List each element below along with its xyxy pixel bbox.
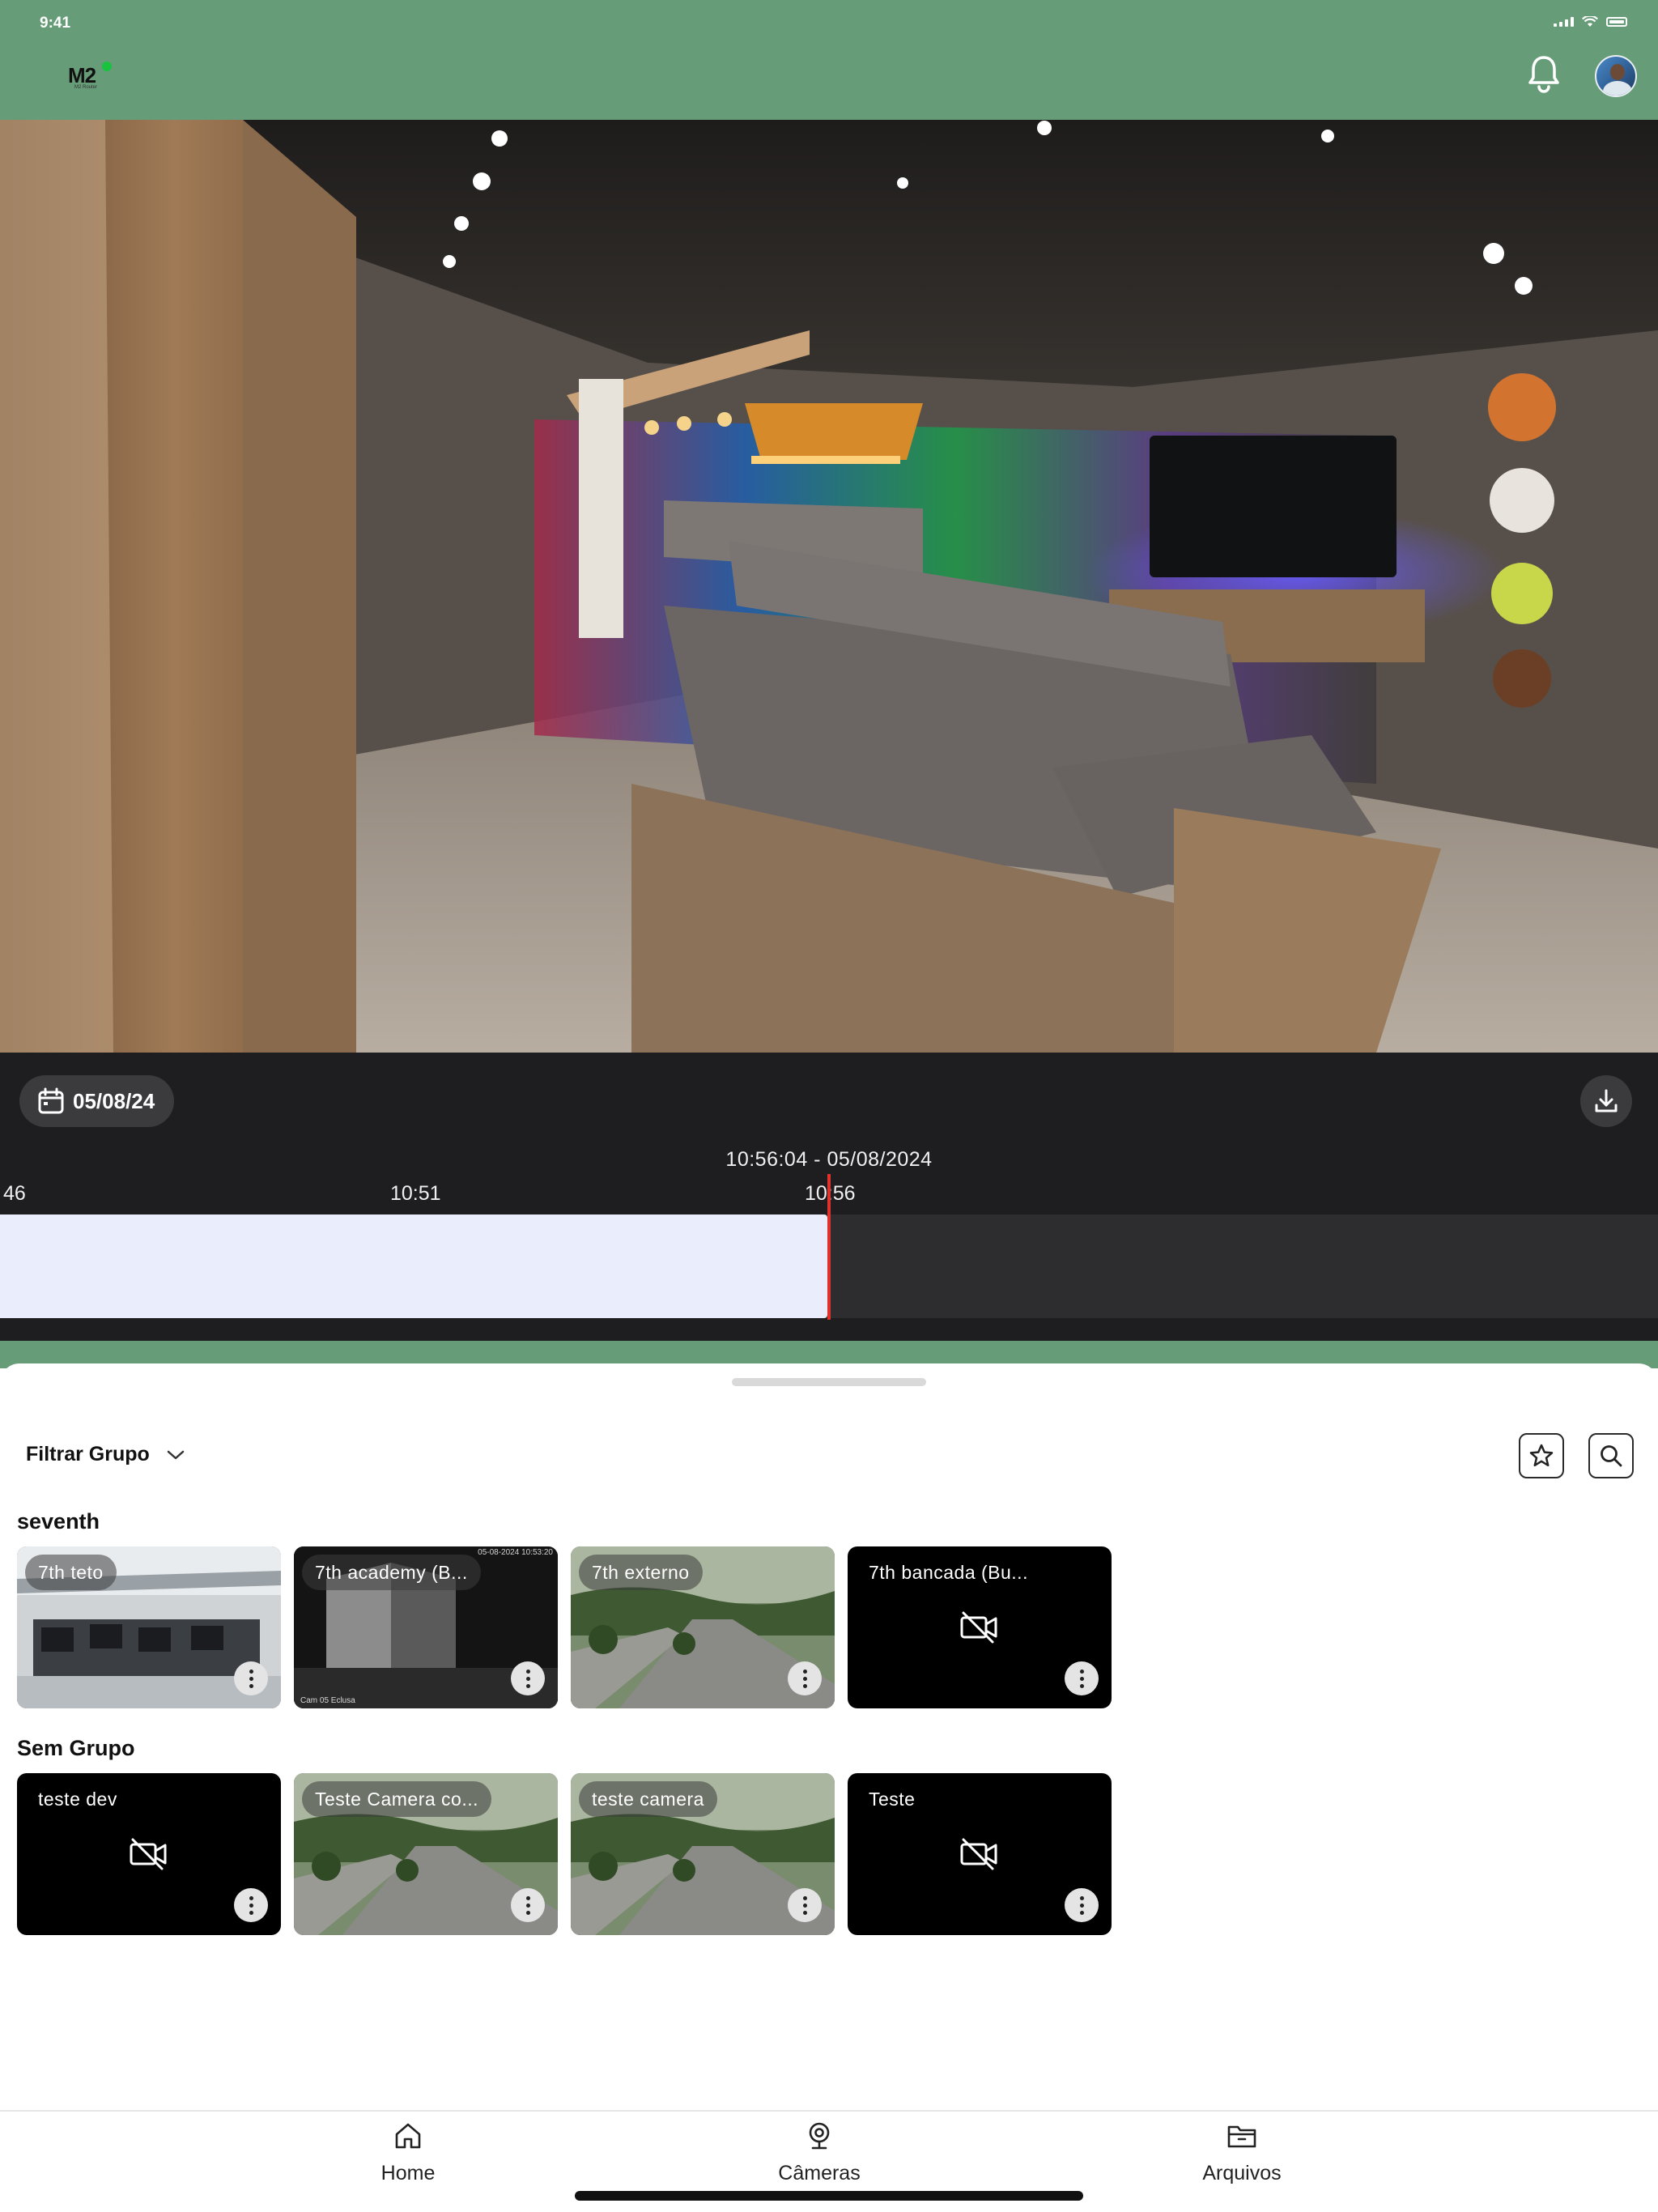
camera-name: teste dev [38,1788,117,1810]
bell-icon[interactable] [1526,53,1562,94]
camera-card[interactable]: Teste Camera co... [294,1773,558,1935]
more-vertical-icon [249,1895,253,1916]
more-options-button[interactable] [788,1661,822,1695]
sheet-grabber[interactable] [732,1378,926,1386]
tab-label: Câmeras [778,2162,861,2184]
camera-name: 7th teto [25,1555,117,1590]
camera-name: 7th bancada (Bu... [869,1561,1028,1583]
camera-name: Teste Camera co... [302,1781,492,1817]
current-playback-time: 10:56:04 - 05/08/2024 [725,1148,933,1171]
camera-card[interactable]: Teste [848,1773,1112,1935]
app-logo: M2 M2 Router [66,62,115,91]
camera-card[interactable]: teste dev [17,1773,281,1935]
search-button[interactable] [1588,1433,1634,1478]
camera-card[interactable]: 7th bancada (Bu... [848,1546,1112,1708]
camera-name: 7th externo [579,1555,703,1590]
recorded-segment [0,1214,827,1318]
status-icons [1554,16,1627,28]
download-icon [1595,1089,1618,1112]
group-filter-dropdown[interactable]: Filtrar Grupo [26,1443,185,1466]
video-frame-image [0,120,1658,1053]
chevron-down-icon [167,1450,185,1459]
timeline-tick: 10:51 [390,1182,441,1205]
group-title: seventh [17,1509,100,1534]
timeline-tick: 46 [3,1182,26,1205]
more-options-button[interactable] [1065,1661,1099,1695]
video-off-icon [960,1838,997,1870]
camera-name: teste camera [579,1781,717,1817]
more-vertical-icon [249,1668,253,1690]
playback-controls: 05/08/24 10:56:04 - 05/08/2024 46 10:51 … [0,1053,1658,1341]
tab-label: Arquivos [1202,2162,1282,2184]
more-options-button[interactable] [511,1661,545,1695]
more-options-button[interactable] [234,1661,268,1695]
home-icon [395,2123,421,2149]
overlay-camera-name: Cam 05 Eclusa [300,1696,355,1705]
logo-dot [102,62,112,71]
camera-card[interactable]: teste camera [571,1773,835,1935]
more-vertical-icon [802,1668,807,1690]
more-options-button[interactable] [234,1888,268,1922]
camera-card[interactable]: 7th externo [571,1546,835,1708]
video-off-icon [960,1611,997,1644]
favorites-button[interactable] [1519,1433,1564,1478]
camera-card[interactable]: 7th teto [17,1546,281,1708]
group-title: Sem Grupo [17,1736,135,1760]
tab-label: Home [380,2162,436,2184]
more-vertical-icon [1079,1895,1084,1916]
selected-date: 05/08/24 [73,1088,155,1113]
more-options-button[interactable] [1065,1888,1099,1922]
camera-list-sheet: Filtrar Grupo seventh 7th teto 05-08-202… [0,1363,1658,2110]
folder-icon [1227,2125,1256,2148]
video-off-icon [130,1838,167,1870]
date-picker-button[interactable]: 05/08/24 [19,1075,175,1127]
home-indicator [575,2191,1083,2201]
cellular-signal-icon [1554,17,1574,27]
more-vertical-icon [525,1668,530,1690]
camera-name: 7th academy (B... [302,1555,481,1590]
timeline-playhead[interactable] [827,1174,831,1320]
star-icon [1529,1444,1554,1467]
tab-home[interactable]: Home [311,2120,505,2185]
camera-row: 7th teto 05-08-2024 10:53:20 Cam 05 Eclu… [17,1546,1112,1708]
logo-subtext: M2 Router [74,85,98,90]
webcam-icon [809,2122,830,2150]
camera-video-feed[interactable] [0,120,1658,1053]
more-vertical-icon [802,1895,807,1916]
camera-row: teste dev Teste Camera co... teste camer… [17,1773,1112,1935]
calendar-icon [38,1087,64,1114]
status-time: 9:41 [40,15,71,32]
search-icon [1601,1445,1622,1467]
more-vertical-icon [1079,1668,1084,1690]
camera-name: Teste [869,1788,916,1810]
more-vertical-icon [525,1895,530,1916]
group-filter-label: Filtrar Grupo [26,1443,150,1465]
wifi-icon [1582,16,1598,27]
top-bar: 9:41 M2 M2 Router [0,0,1658,120]
more-options-button[interactable] [511,1888,545,1922]
tab-files[interactable]: Arquivos [1145,2120,1339,2185]
more-options-button[interactable] [788,1888,822,1922]
tab-cameras[interactable]: Câmeras [722,2120,916,2185]
camera-card[interactable]: 05-08-2024 10:53:20 Cam 05 Eclusa 7th ac… [294,1546,558,1708]
battery-icon [1606,17,1627,27]
download-button[interactable] [1580,1075,1632,1127]
avatar[interactable] [1595,55,1637,97]
overlay-datetime: 05-08-2024 10:53:20 [478,1548,553,1557]
